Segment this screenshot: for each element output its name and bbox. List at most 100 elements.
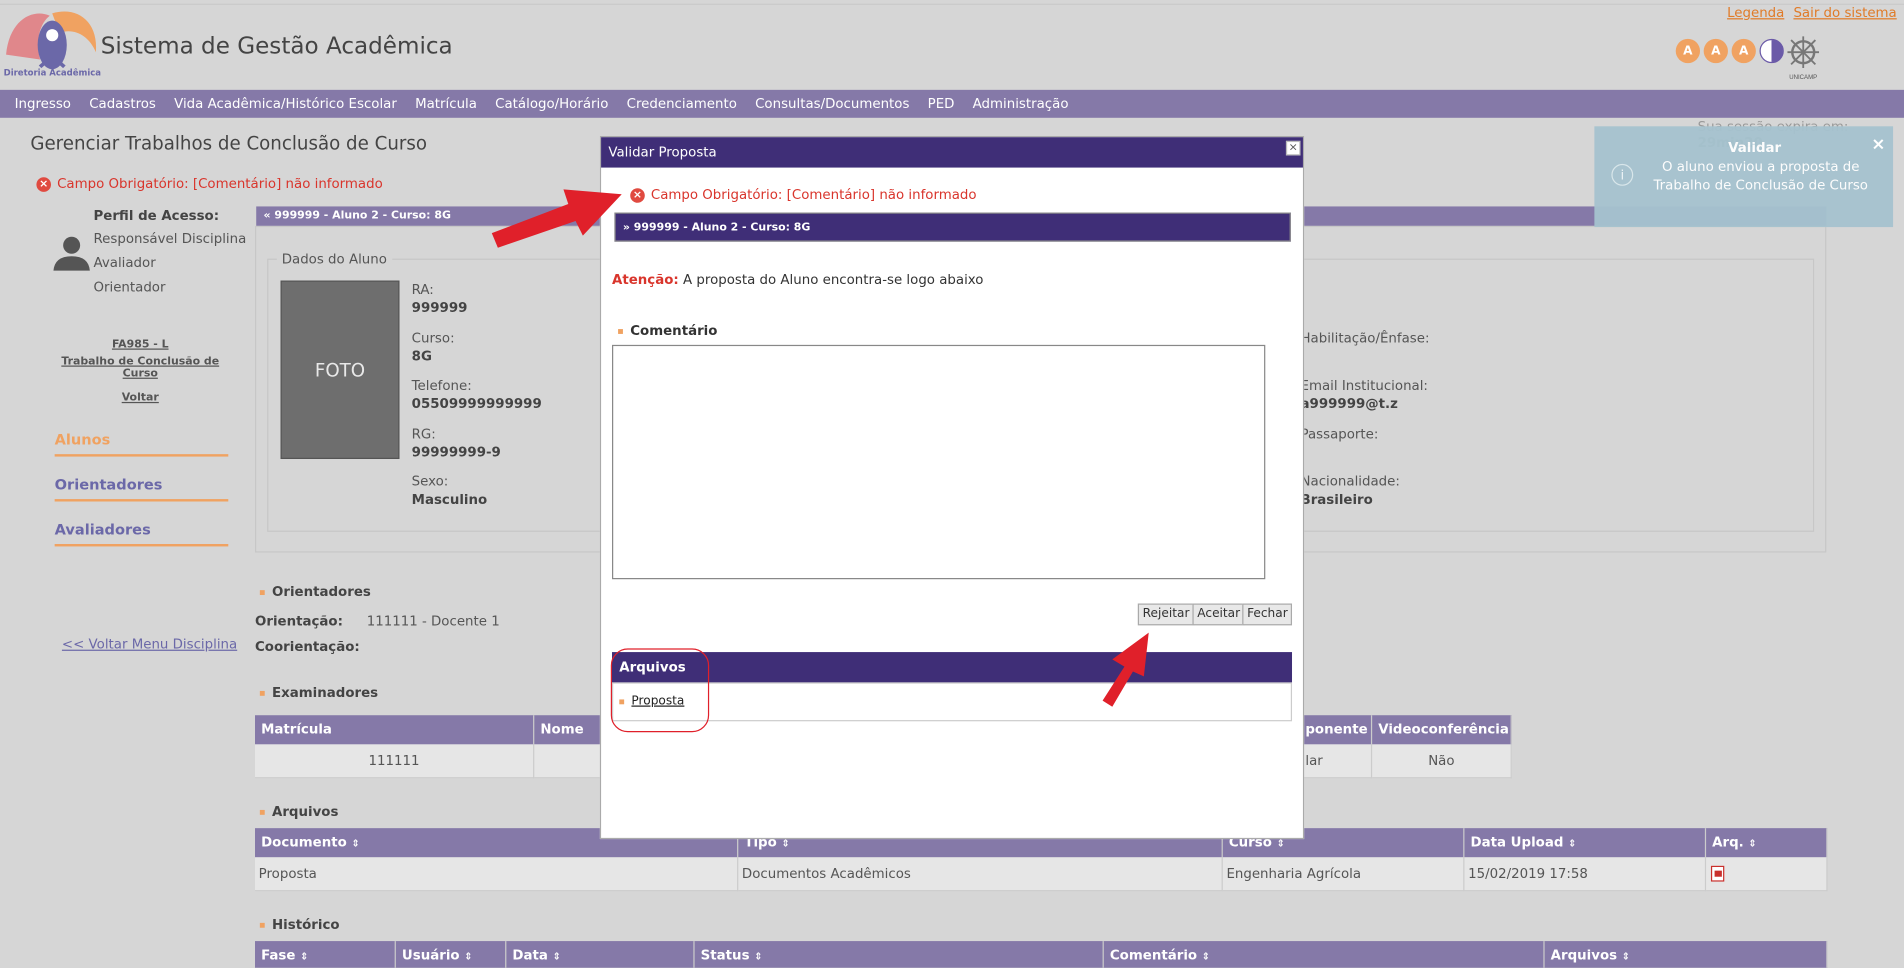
arquivos-section-title: Arquivos <box>259 804 338 820</box>
error-text: Campo Obrigatório: [Comentário] não info… <box>57 176 383 192</box>
toast-message: O aluno enviou a proposta de Trabalho de… <box>1653 159 1868 194</box>
legenda-link[interactable]: Legenda <box>1727 5 1784 21</box>
diretoria-logo <box>6 11 97 70</box>
examinadores-section-title: Examinadores <box>259 685 378 701</box>
coorientacao-label: Coorientação: <box>255 638 360 655</box>
nacionalidade-label: Nacionalidade: <box>1300 473 1400 490</box>
annotation-arrow-error <box>491 189 622 248</box>
profile-item-avaliador: Avaliador <box>93 255 156 271</box>
ra-label: RA: <box>411 281 434 298</box>
dialog-student-bar[interactable]: » 999999 - Aluno 2 - Curso: 8G <box>614 212 1291 242</box>
menu-administracao[interactable]: Administração <box>973 96 1069 112</box>
pdf-icon[interactable] <box>1710 865 1725 882</box>
orientadores-section-title: Orientadores <box>259 584 371 600</box>
cell-curso: Engenharia Agrícola <box>1222 857 1465 892</box>
menu-cadastros[interactable]: Cadastros <box>89 96 156 112</box>
cell-videoconferencia: Não <box>1372 744 1512 779</box>
profile-item-orientador: Orientador <box>93 279 166 296</box>
col-arq[interactable]: Arq. ⇕ <box>1706 828 1828 858</box>
table-row: Proposta Documentos Acadêmicos Engenhari… <box>255 857 1828 892</box>
cell-arq <box>1706 857 1828 892</box>
menu-ingresso[interactable]: Ingresso <box>15 96 71 112</box>
col-componente[interactable]: ponente <box>1299 715 1373 745</box>
contrast-icon[interactable] <box>1759 38 1784 64</box>
col-data-upload[interactable]: Data Upload ⇕ <box>1464 828 1707 858</box>
unicamp-logo: UNICAMP <box>1787 36 1820 81</box>
student-legend: Dados do Aluno <box>276 251 392 268</box>
email-label: Email Institucional: <box>1300 377 1428 394</box>
accept-button[interactable]: Aceitar <box>1192 603 1245 626</box>
toast-close-icon[interactable]: × <box>1871 135 1885 154</box>
menu-credenciamento[interactable]: Credenciamento <box>627 96 737 112</box>
font-size-controls: A A A <box>1675 38 1784 64</box>
user-avatar-icon <box>53 236 90 271</box>
bullet-icon <box>259 690 265 696</box>
col-arquivos[interactable]: Arquivos ⇕ <box>1545 941 1828 968</box>
bullet-icon <box>618 328 623 334</box>
col-fase[interactable]: Fase ⇕ <box>255 941 396 968</box>
font-small-button[interactable]: A <box>1675 38 1701 64</box>
discipline-code-link[interactable]: FA985 - L <box>49 339 232 351</box>
col-usuario[interactable]: Usuário ⇕ <box>396 941 507 968</box>
nacionalidade-value: Brasileiro <box>1300 491 1373 508</box>
error-message: × Campo Obrigatório: [Comentário] não in… <box>36 176 383 192</box>
historico-section-title: Histórico <box>259 917 340 933</box>
sidebar-item-orientadores[interactable]: Orientadores <box>54 476 229 502</box>
close-button[interactable]: Fechar <box>1242 603 1293 626</box>
bullet-icon <box>259 922 265 928</box>
annotation-circle <box>610 648 710 733</box>
sidebar-item-avaliadores[interactable]: Avaliadores <box>54 521 229 547</box>
cell-tipo: Documentos Acadêmicos <box>738 857 1223 892</box>
ra-value: 999999 <box>411 299 468 316</box>
top-divider <box>0 3 1904 5</box>
menu-matricula[interactable]: Matrícula <box>415 96 477 112</box>
profile-item-responsavel: Responsável Disciplina <box>93 230 247 247</box>
col-videoconferencia[interactable]: Videoconferência <box>1372 715 1512 745</box>
voltar-link[interactable]: Voltar <box>49 392 232 404</box>
comment-textarea[interactable] <box>612 344 1266 580</box>
profile-label: Perfil de Acesso: <box>93 207 220 224</box>
sexo-value: Masculino <box>411 491 488 508</box>
dialog-error: × Campo Obrigatório: [Comentário] não in… <box>630 187 977 203</box>
logout-link[interactable]: Sair do sistema <box>1793 5 1896 21</box>
back-to-menu-link[interactable]: << Voltar Menu Disciplina <box>62 636 237 652</box>
attention-text: A proposta do Aluno encontra-se logo aba… <box>683 272 984 288</box>
menu-vida-academica[interactable]: Vida Acadêmica/Histórico Escolar <box>174 96 397 112</box>
cell-data-upload: 15/02/2019 17:58 <box>1464 857 1707 892</box>
col-data[interactable]: Data ⇕ <box>506 941 695 968</box>
rg-label: RG: <box>411 426 436 443</box>
top-links: Legenda Sair do sistema <box>1722 5 1897 21</box>
comment-label: Comentário <box>618 323 717 339</box>
historico-table-header: Fase ⇕ Usuário ⇕ Data ⇕ Status ⇕ Comentá… <box>255 941 1828 968</box>
font-medium-button[interactable]: A <box>1703 38 1728 64</box>
telefone-value: 05509999999999 <box>411 395 542 412</box>
cell-matricula: 111111 <box>255 744 535 779</box>
bullet-icon <box>259 589 265 595</box>
rg-value: 99999999-9 <box>411 444 501 461</box>
notification-toast: i Validar O aluno enviou a proposta de T… <box>1594 126 1894 228</box>
bullet-icon <box>259 809 265 815</box>
attention-label: Atenção: <box>612 272 679 288</box>
cell-componente: lar <box>1299 744 1373 779</box>
page-title: Gerenciar Trabalhos de Conclusão de Curs… <box>30 132 427 155</box>
orientacao-label: Orientação: <box>255 613 343 630</box>
curso-value: 8G <box>411 348 432 365</box>
error-icon: × <box>630 187 645 203</box>
col-matricula[interactable]: Matrícula <box>255 715 535 745</box>
font-large-button[interactable]: A <box>1731 38 1756 64</box>
reject-button[interactable]: Rejeitar <box>1137 603 1195 626</box>
col-comentario[interactable]: Comentário ⇕ <box>1104 941 1545 968</box>
cell-documento: Proposta <box>255 857 739 892</box>
sexo-label: Sexo: <box>411 473 449 490</box>
menu-ped[interactable]: PED <box>928 96 955 112</box>
menu-consultas[interactable]: Consultas/Documentos <box>755 96 909 112</box>
discipline-name-link[interactable]: Trabalho de Conclusão de Curso <box>49 356 232 380</box>
col-status[interactable]: Status ⇕ <box>695 941 1104 968</box>
menu-catalogo[interactable]: Catálogo/Horário <box>495 96 608 112</box>
sidebar-item-alunos[interactable]: Alunos <box>54 431 229 457</box>
error-icon: × <box>36 176 52 192</box>
dialog-close-icon[interactable]: × <box>1285 140 1301 156</box>
email-value: a999999@t.z <box>1300 395 1398 412</box>
passaporte-label: Passaporte: <box>1300 426 1379 443</box>
main-menu: Ingresso Cadastros Vida Acadêmica/Histór… <box>0 89 1904 118</box>
